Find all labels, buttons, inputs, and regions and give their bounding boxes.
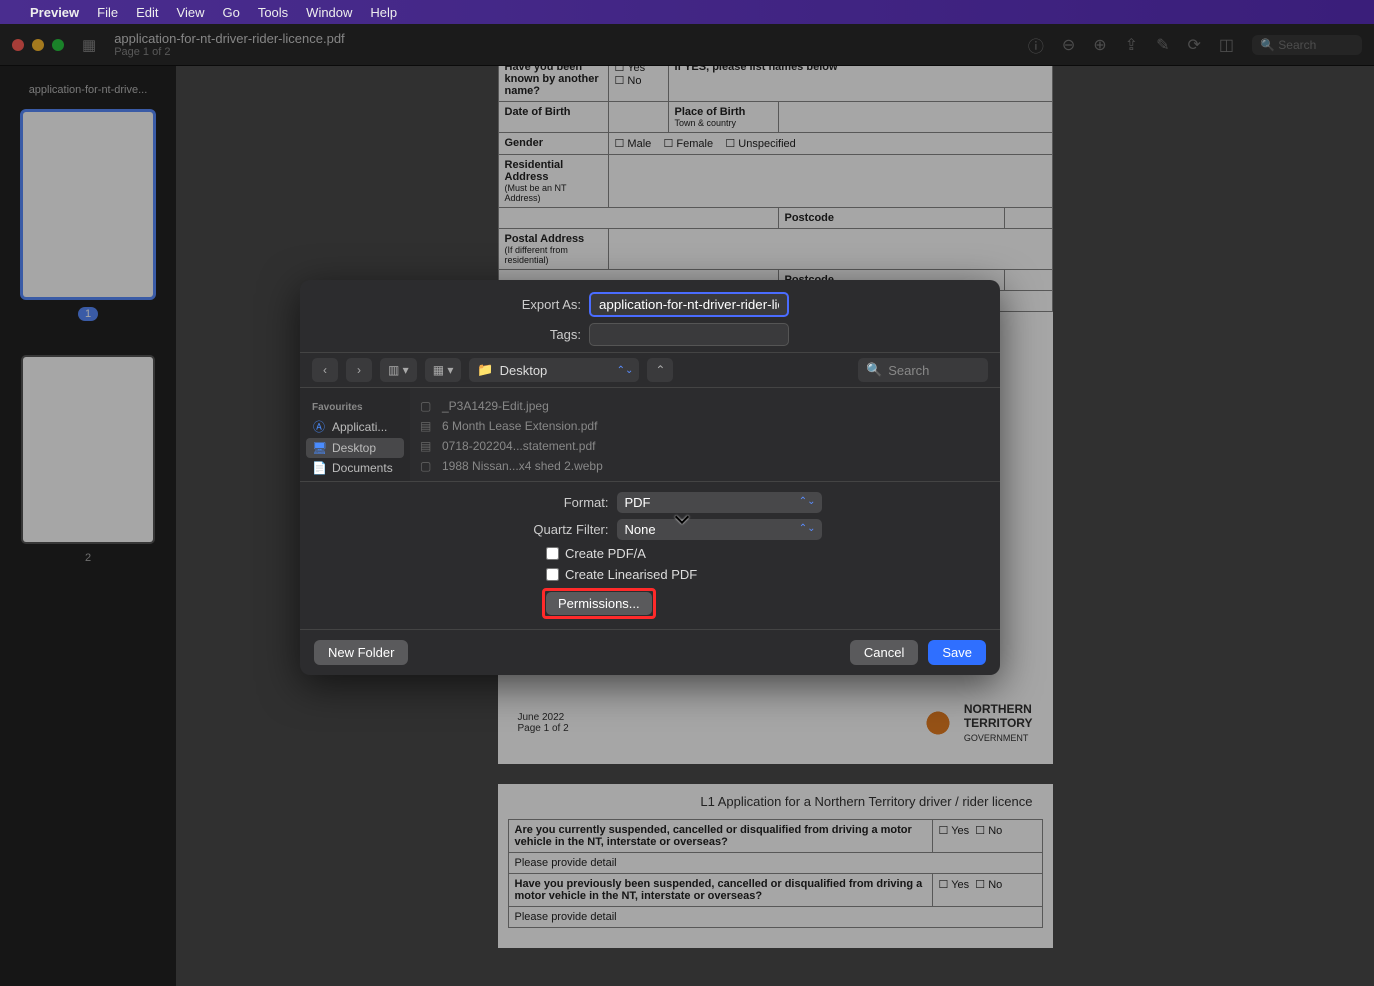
documents-icon: 📄: [312, 461, 326, 475]
minimize-window-button[interactable]: [32, 39, 44, 51]
close-window-button[interactable]: [12, 39, 24, 51]
image-file-icon: ▢: [420, 459, 434, 473]
menu-file[interactable]: File: [97, 5, 118, 20]
folder-icon: 📁: [477, 362, 493, 378]
markup-icon[interactable]: ✎: [1156, 35, 1169, 55]
quartz-filter-label: Quartz Filter:: [479, 522, 609, 537]
page-indicator: Page 1 of 2: [114, 46, 344, 58]
sidebar-applications[interactable]: ⒶApplicati...: [306, 415, 404, 438]
cancel-button[interactable]: Cancel: [850, 640, 918, 665]
tags-field[interactable]: [589, 323, 789, 346]
macos-menubar[interactable]: Preview File Edit View Go Tools Window H…: [0, 0, 1374, 24]
menu-help[interactable]: Help: [370, 5, 397, 20]
crop-icon[interactable]: ◫: [1219, 35, 1234, 55]
window-titlebar: ▦ application-for-nt-driver-rider-licenc…: [0, 24, 1374, 66]
applications-icon: Ⓐ: [312, 418, 326, 435]
thumbnail-page-2[interactable]: [23, 357, 153, 542]
dialog-nav-bar: ‹ › ▥ ▾ ▦ ▾ 📁 Desktop⌃⌄ ⌃ 🔍 Search: [300, 352, 1000, 388]
quartz-filter-dropdown[interactable]: None⌃⌄: [617, 519, 822, 540]
menu-go[interactable]: Go: [222, 5, 239, 20]
permissions-button[interactable]: Permissions...: [546, 592, 652, 615]
nav-forward-button[interactable]: ›: [346, 358, 372, 382]
thumbnail-page-1[interactable]: [23, 112, 153, 297]
create-pdfa-label: Create PDF/A: [565, 546, 646, 561]
zoom-out-icon[interactable]: ⊖: [1062, 35, 1075, 55]
pdf-file-icon: ▤: [420, 439, 434, 453]
file-item[interactable]: ▢_P3A1429-Edit.jpeg: [420, 396, 990, 416]
new-folder-button[interactable]: New Folder: [314, 640, 408, 665]
share-icon[interactable]: ⇪: [1125, 35, 1138, 55]
nt-gov-logo: NORTHERNTERRITORYGOVERNMENT: [918, 702, 1033, 744]
tags-label: Tags:: [511, 327, 581, 342]
create-pdfa-checkbox[interactable]: [546, 547, 559, 560]
group-by-button[interactable]: ▦ ▾: [425, 358, 462, 382]
collapse-button[interactable]: ⌃: [647, 358, 673, 382]
file-browser[interactable]: ▢_P3A1429-Edit.jpeg ▤6 Month Lease Exten…: [410, 388, 1000, 481]
dialog-search[interactable]: 🔍 Search: [858, 358, 988, 382]
menu-view[interactable]: View: [177, 5, 205, 20]
title-block: application-for-nt-driver-rider-licence.…: [114, 31, 344, 58]
view-mode-button[interactable]: ▥ ▾: [380, 358, 417, 382]
export-options: Format: PDF⌃⌄ Quartz Filter: None⌃⌄ Crea…: [300, 481, 1000, 629]
pdf-page-2: L1 Application for a Northern Territory …: [498, 784, 1053, 948]
save-button[interactable]: Save: [928, 640, 986, 665]
document-title: application-for-nt-driver-rider-licence.…: [114, 31, 344, 46]
sidebar-toggle-icon[interactable]: ▦: [82, 36, 96, 54]
sidebar-desktop[interactable]: 🖥Desktop: [306, 438, 404, 458]
app-name[interactable]: Preview: [30, 5, 79, 20]
rotate-icon[interactable]: ⟳: [1187, 35, 1200, 55]
create-linearised-checkbox[interactable]: [546, 568, 559, 581]
thumbnail-label-2: 2: [85, 552, 91, 564]
dialog-sidebar: Favourites ⒶApplicati... 🖥Desktop 📄Docum…: [300, 388, 410, 481]
toolbar-search[interactable]: 🔍 Search: [1252, 35, 1362, 55]
file-item[interactable]: ▤0718-202204...statement.pdf: [420, 436, 990, 456]
export-as-label: Export As:: [511, 297, 581, 312]
location-dropdown[interactable]: 📁 Desktop⌃⌄: [469, 358, 639, 382]
export-as-field[interactable]: [589, 292, 789, 317]
pdf-file-icon: ▤: [420, 419, 434, 433]
sidebar-section-favourites: Favourites: [312, 402, 404, 413]
sidebar-documents[interactable]: 📄Documents: [306, 458, 404, 478]
menu-tools[interactable]: Tools: [258, 5, 288, 20]
zoom-in-icon[interactable]: ⊕: [1093, 35, 1106, 55]
file-item[interactable]: ▢1988 Nissan...x4 shed 2.webp: [420, 456, 990, 476]
nt-flower-icon: [918, 703, 958, 743]
search-icon: 🔍: [866, 362, 882, 378]
nav-back-button[interactable]: ‹: [312, 358, 338, 382]
image-file-icon: ▢: [420, 399, 434, 413]
thumbnail-sidebar: application-for-nt-drive... 1 2: [0, 66, 176, 986]
export-save-dialog: Export As: Tags: ‹ › ▥ ▾ ▦ ▾ 📁 Desktop⌃⌄…: [300, 280, 1000, 675]
desktop-icon: 🖥: [312, 441, 326, 455]
file-item[interactable]: ▤6 Month Lease Extension.pdf: [420, 416, 990, 436]
info-icon[interactable]: ⓘ: [1028, 33, 1044, 57]
format-label: Format:: [479, 495, 609, 510]
sidebar-filename: application-for-nt-drive...: [10, 84, 166, 96]
window-controls: [12, 39, 64, 51]
format-dropdown[interactable]: PDF⌃⌄: [617, 492, 822, 513]
create-linearised-label: Create Linearised PDF: [565, 567, 697, 582]
thumbnail-label-1: 1: [78, 307, 98, 321]
permissions-highlight: Permissions...: [542, 588, 656, 619]
menu-edit[interactable]: Edit: [136, 5, 158, 20]
menu-window[interactable]: Window: [306, 5, 352, 20]
maximize-window-button[interactable]: [52, 39, 64, 51]
dialog-footer: New Folder Cancel Save: [300, 629, 1000, 675]
